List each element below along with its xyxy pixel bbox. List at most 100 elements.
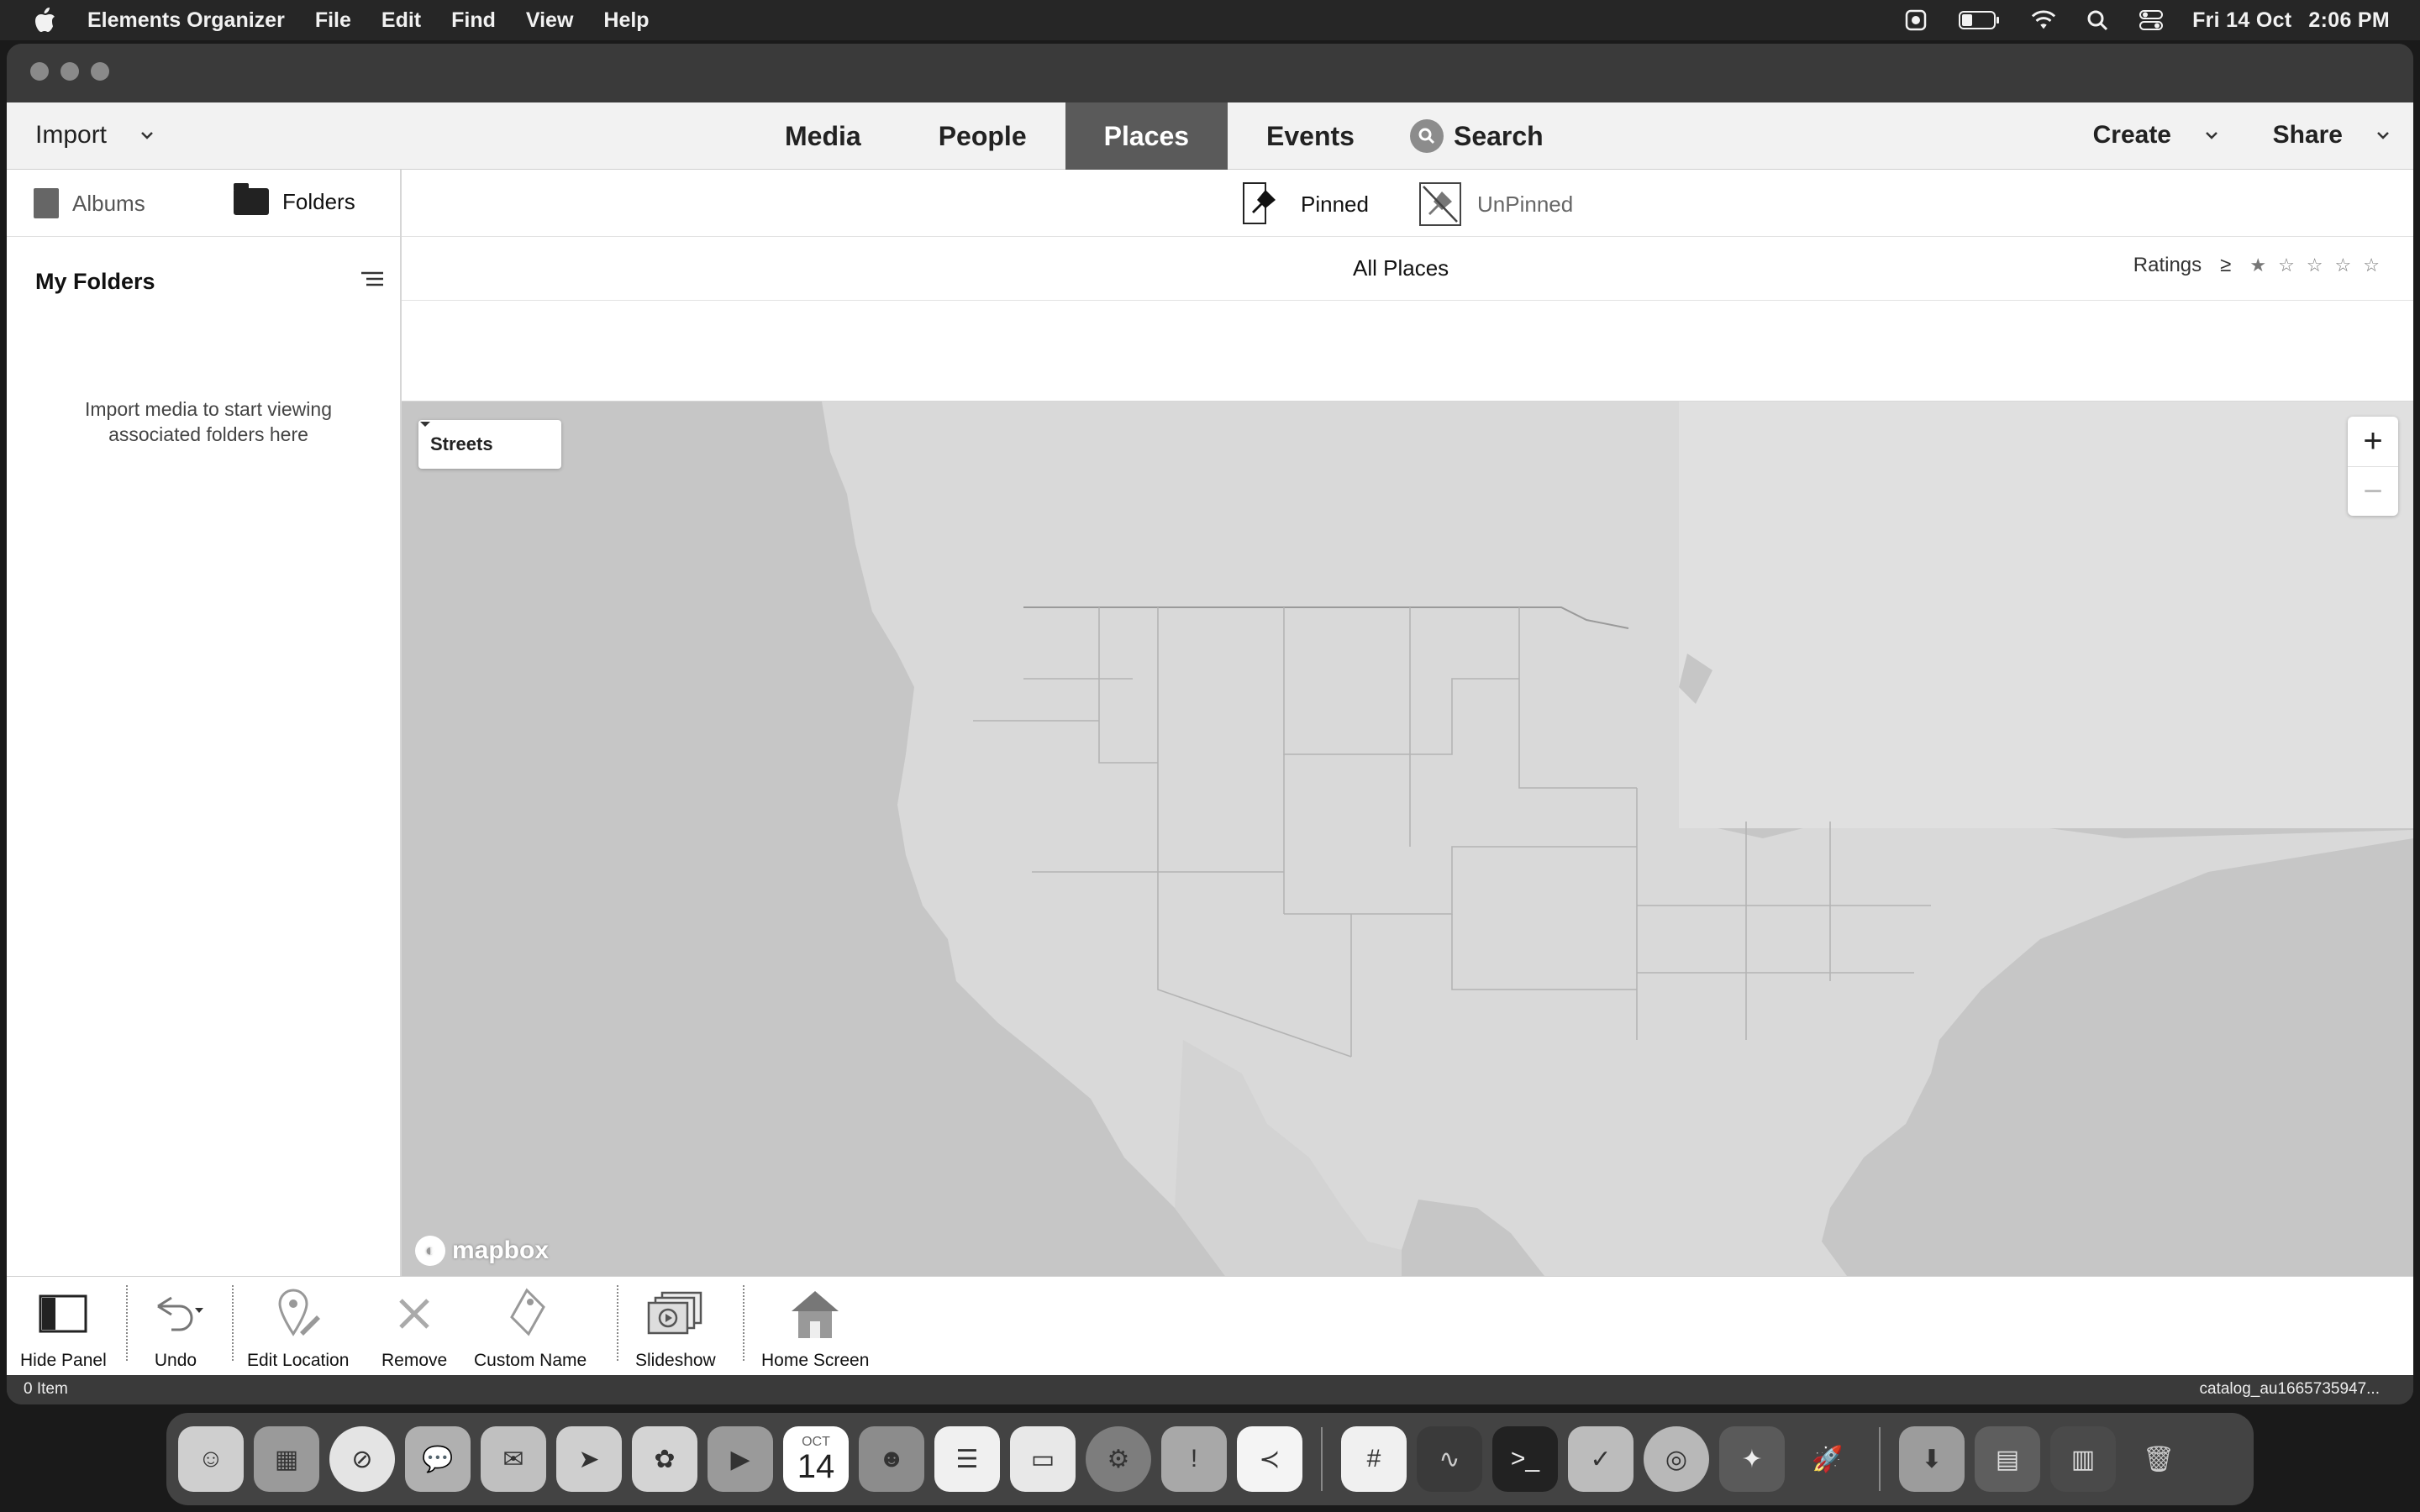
menu-date[interactable]: Fri 14 Oct <box>2192 8 2291 33</box>
apple-icon[interactable] <box>32 6 57 34</box>
wifi-icon[interactable] <box>2031 8 2056 33</box>
calendar-icon[interactable]: OCT 14 <box>783 1426 849 1492</box>
zoom-window-button[interactable] <box>91 62 109 81</box>
home-icon <box>788 1284 842 1344</box>
remove-label: Remove <box>381 1351 448 1370</box>
caret-down-icon <box>420 422 430 427</box>
elements-organizer-dock-icon[interactable]: ✦ <box>1719 1426 1785 1492</box>
chrome-icon[interactable]: ◎ <box>1644 1426 1709 1492</box>
battery-icon[interactable] <box>1957 8 2002 33</box>
pin-icon <box>1243 182 1276 224</box>
recent-stack-icon[interactable]: ▥ <box>2050 1426 2116 1492</box>
slack-icon[interactable]: # <box>1341 1426 1407 1492</box>
feedback-assistant-icon[interactable]: ! <box>1161 1426 1227 1492</box>
custom-name-button[interactable]: Custom Name <box>474 1284 587 1371</box>
search-button[interactable]: Search <box>1393 102 1544 170</box>
menu-time[interactable]: 2:06 PM <box>2308 8 2390 33</box>
downloads-stack-icon[interactable]: ⬇ <box>1899 1426 1965 1492</box>
zoom-controls: + − <box>2348 417 2398 516</box>
catalog-name[interactable]: catalog_au1665735947... <box>2200 1380 2380 1399</box>
menu-find[interactable]: Find <box>451 8 496 33</box>
edit-location-button[interactable]: Edit Location <box>247 1284 349 1371</box>
menu-edit[interactable]: Edit <box>381 8 421 33</box>
spotlight-search-icon[interactable] <box>2085 8 2110 33</box>
star-icon[interactable]: ☆ <box>2278 255 2295 276</box>
pinned-button[interactable]: Pinned <box>1242 181 1369 227</box>
home-screen-button[interactable]: Home Screen <box>761 1284 869 1371</box>
unpinned-button[interactable]: UnPinned <box>1418 181 1573 227</box>
map-style-dropdown[interactable]: Streets <box>418 420 561 469</box>
minimize-window-button[interactable] <box>60 62 79 81</box>
elements-organizer-window: Import Media People Places Events Search… <box>7 44 2413 1404</box>
safari-icon[interactable]: ⊘ <box>329 1426 395 1492</box>
chevron-down-icon <box>2206 132 2217 139</box>
tab-people[interactable]: People <box>900 102 1065 170</box>
ratings-label: Ratings <box>2133 254 2202 276</box>
status-menus: Fri 14 Oct 2:06 PM <box>1903 0 2390 40</box>
menu-view[interactable]: View <box>526 8 574 33</box>
undo-icon <box>146 1284 205 1344</box>
chevron-down-icon <box>2377 132 2389 139</box>
reminders-icon[interactable]: ☰ <box>934 1426 1000 1492</box>
share-button[interactable]: Share <box>2273 121 2390 150</box>
menu-help[interactable]: Help <box>603 8 649 33</box>
star-icon[interactable]: ★ <box>2249 255 2266 276</box>
ratings-operator[interactable]: ≥ <box>2220 254 2231 277</box>
map-canvas <box>402 402 2413 1276</box>
tab-places[interactable]: Places <box>1065 102 1228 170</box>
share-label: Share <box>2272 121 2343 149</box>
notes-icon[interactable]: ▭ <box>1010 1426 1076 1492</box>
activity-monitor-icon[interactable]: ∿ <box>1417 1426 1482 1492</box>
control-center-icon[interactable] <box>2139 8 2164 33</box>
finder-icon[interactable]: ☺ <box>178 1426 244 1492</box>
maps-icon[interactable]: ➤ <box>556 1426 622 1492</box>
terminal-icon[interactable]: >_ <box>1492 1426 1558 1492</box>
system-preferences-icon[interactable]: ⚙ <box>1086 1426 1151 1492</box>
messages-icon[interactable]: 💬 <box>405 1426 471 1492</box>
facetime-icon[interactable]: ▶ <box>708 1426 773 1492</box>
mapbox-icon: ◐ <box>415 1236 445 1266</box>
trash-icon[interactable]: 🗑 <box>2126 1426 2191 1492</box>
places-filter-bar: All Places Ratings ≥ ★ ☆ ☆ ☆ ☆ <box>402 237 2413 301</box>
zoom-out-button[interactable]: − <box>2348 466 2398 516</box>
launchpad-icon[interactable]: ▦ <box>254 1426 319 1492</box>
tab-events[interactable]: Events <box>1228 102 1393 170</box>
chevron-down-icon <box>141 132 153 139</box>
screenshots-stack-icon[interactable]: ▤ <box>1975 1426 2040 1492</box>
import-button[interactable]: Import <box>35 121 154 150</box>
list-view-menu-icon[interactable] <box>360 269 385 289</box>
mail-icon[interactable]: ✉ <box>481 1426 546 1492</box>
menu-file[interactable]: File <box>315 8 351 33</box>
rocket-icon[interactable]: 🚀 <box>1795 1426 1860 1492</box>
vscode-icon[interactable]: ≺ <box>1237 1426 1302 1492</box>
toolbar-separator <box>617 1285 618 1361</box>
zoom-in-button[interactable]: + <box>2348 417 2398 466</box>
control-center-app-icon[interactable] <box>1903 8 1928 33</box>
places-map[interactable]: Streets + − ◐ mapbox <box>402 402 2413 1276</box>
all-places-label[interactable]: All Places <box>1353 255 1449 281</box>
undo-button[interactable]: Undo <box>146 1284 205 1371</box>
unpin-icon <box>1419 182 1461 226</box>
photos-icon[interactable]: ✿ <box>632 1426 697 1492</box>
places-content: Pinned UnPinned All Places Ratings ≥ ★ ☆… <box>402 170 2413 1276</box>
rating-stars[interactable]: ★ ☆ ☆ ☆ ☆ <box>2249 255 2380 276</box>
hide-panel-button[interactable]: Hide Panel <box>20 1284 107 1371</box>
close-window-button[interactable] <box>30 62 49 81</box>
star-icon[interactable]: ☆ <box>2363 255 2380 276</box>
remove-button[interactable]: Remove <box>381 1284 447 1371</box>
star-icon[interactable]: ☆ <box>2335 255 2352 276</box>
mapbox-logo[interactable]: ◐ mapbox <box>415 1236 549 1266</box>
adguard-icon[interactable]: ✓ <box>1568 1426 1634 1492</box>
create-button[interactable]: Create <box>2093 121 2218 150</box>
calendar-day: 14 <box>797 1448 835 1485</box>
slideshow-button[interactable]: Slideshow <box>635 1284 716 1371</box>
menu-app-name[interactable]: Elements Organizer <box>87 8 285 33</box>
contacts-icon[interactable]: ☻ <box>859 1426 924 1492</box>
tab-media[interactable]: Media <box>746 102 900 170</box>
album-icon <box>34 188 59 218</box>
empty-folders-message: Import media to start viewing associated… <box>84 398 332 445</box>
albums-tab[interactable]: Albums <box>34 188 145 218</box>
edit-location-icon <box>273 1284 324 1344</box>
star-icon[interactable]: ☆ <box>2307 255 2323 276</box>
folders-tab[interactable]: Folders <box>234 183 355 215</box>
